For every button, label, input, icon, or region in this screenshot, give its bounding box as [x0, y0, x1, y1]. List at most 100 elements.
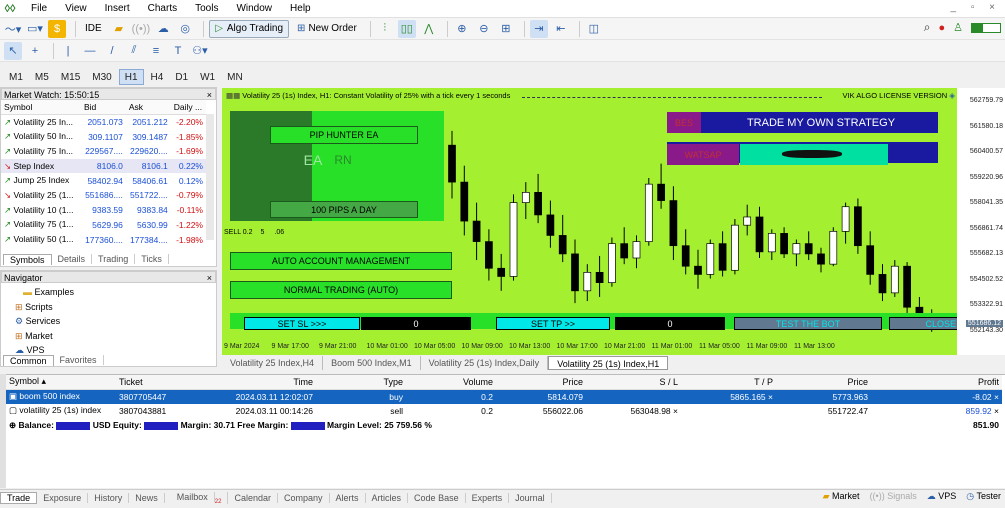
remove-tp-icon[interactable]: × — [768, 392, 773, 402]
menu-charts[interactable]: Charts — [139, 3, 186, 14]
trade-tp[interactable] — [681, 404, 776, 419]
chart-window[interactable]: ▦▦ Volatility 25 (1s) Index, H1: Constan… — [222, 88, 1005, 355]
col-sl[interactable]: S / L — [586, 375, 681, 390]
fibo-icon[interactable]: ≡ — [147, 42, 165, 60]
timeframe-w1[interactable]: W1 — [195, 69, 220, 85]
chart-shift-icon[interactable]: ⇤ — [552, 20, 570, 38]
tab-mailbox[interactable]: Mailbox 22 — [165, 491, 229, 505]
screenshot-icon[interactable]: ◫ — [585, 20, 603, 38]
window-controls[interactable]: _ ▫ × — [950, 2, 1001, 13]
market-watch-row[interactable]: ↘ Step Index 8106.0 8106.1 0.22% — [1, 158, 206, 174]
tab-alerts[interactable]: Alerts — [330, 493, 366, 503]
market-watch-row[interactable]: ↗ Volatility 25 In... 2051.073 2051.212 … — [1, 115, 206, 130]
shapes-icon[interactable]: ⚇▾ — [191, 42, 209, 60]
timeframe-mn[interactable]: MN — [222, 69, 248, 85]
normal-trading-button[interactable]: NORMAL TRADING (AUTO) — [230, 281, 452, 299]
chart-tab-boom500-m1[interactable]: Boom 500 Index,M1 — [323, 356, 421, 370]
nav-market[interactable]: ⊞ Market — [1, 329, 216, 344]
tp-input[interactable]: 0 — [615, 317, 725, 330]
col-current-price[interactable]: Price — [776, 375, 871, 390]
signal-icon[interactable]: ((•)) — [132, 20, 151, 38]
timeframe-d1[interactable]: D1 — [170, 69, 193, 85]
col-time[interactable]: Time — [196, 375, 316, 390]
line-chart-icon[interactable]: ⋀ — [420, 20, 438, 38]
tab-news[interactable]: News — [129, 493, 165, 503]
vertical-line-icon[interactable]: | — [59, 42, 77, 60]
market-watch-row[interactable]: ↗ Volatility 10 (1... 9383.59 9383.84 -0… — [1, 203, 206, 218]
col-type[interactable]: Type — [316, 375, 406, 390]
col-tp[interactable]: T / P — [681, 375, 776, 390]
market-watch-row[interactable]: ↗ Volatility 50 In... 309.1107 309.1487 … — [1, 129, 206, 144]
col-volume[interactable]: Volume — [406, 375, 496, 390]
coin-icon[interactable]: $ — [48, 19, 66, 38]
col-profit[interactable]: Profit — [871, 375, 1002, 390]
col-bid[interactable]: Bid — [81, 100, 126, 116]
timeframe-m15[interactable]: M15 — [56, 69, 85, 85]
account-icon[interactable]: ♙ — [953, 21, 963, 34]
channel-icon[interactable]: ⫽ — [125, 42, 143, 60]
nav-services[interactable]: ⚙ Services — [1, 314, 216, 329]
bag-icon[interactable]: ▰ — [110, 20, 128, 38]
tab-exposure[interactable]: Exposure — [37, 493, 89, 503]
globe-icon[interactable]: ◎ — [176, 20, 194, 38]
menu-window[interactable]: Window — [227, 3, 281, 14]
col-symbol[interactable]: Symbol ▴ — [6, 375, 116, 390]
market-watch-row[interactable]: ↗ Jump 25 Index 58402.94 58406.61 0.12% — [1, 173, 206, 188]
market-watch-row[interactable]: ↗ Volatility 75 In... 229567.... 229620.… — [1, 144, 206, 159]
remove-sl-icon[interactable]: × — [673, 406, 678, 416]
search-icon[interactable]: ⌕ — [924, 20, 931, 35]
tab-trade[interactable]: Trade — [0, 492, 38, 504]
tab-ticks[interactable]: Ticks — [135, 254, 169, 264]
col-ask[interactable]: Ask — [125, 100, 171, 116]
chart-tab-v25-1s-daily[interactable]: Volatility 25 (1s) Index,Daily — [421, 356, 549, 370]
timeframe-m1[interactable]: M1 — [4, 69, 28, 85]
tab-company[interactable]: Company — [278, 493, 330, 503]
col-daily[interactable]: Daily ... — [170, 100, 206, 116]
signals-status[interactable]: ((•)) Signals — [870, 491, 917, 502]
close-position-icon[interactable]: × — [994, 392, 999, 402]
cursor-icon[interactable]: ↖ — [4, 41, 22, 60]
timeframe-h1[interactable]: H1 — [118, 69, 144, 85]
autoscroll-icon[interactable]: ⇥ — [529, 19, 548, 38]
tab-symbols[interactable]: Symbols — [3, 253, 52, 265]
tab-codebase[interactable]: Code Base — [408, 493, 466, 503]
trade-row[interactable]: ▣ boom 500 index 3807705447 2024.03.11 1… — [6, 389, 1002, 404]
nav-scripts[interactable]: ⊞ Scripts — [1, 300, 216, 315]
algo-trading-button[interactable]: ▷ Algo Trading — [209, 19, 290, 38]
tab-journal[interactable]: Journal — [509, 493, 552, 503]
tester-status[interactable]: ◷ Tester — [966, 491, 1001, 502]
tab-details[interactable]: Details — [52, 254, 93, 264]
chart-type-icon[interactable]: 〜▾ — [4, 20, 22, 38]
menu-help[interactable]: Help — [281, 3, 320, 14]
trade-sl[interactable] — [586, 389, 681, 404]
set-sl-button[interactable]: SET SL >>> — [244, 317, 360, 330]
set-tp-button[interactable]: SET TP >> — [496, 317, 610, 330]
sl-input[interactable]: 0 — [361, 317, 471, 330]
crosshair-icon[interactable]: + — [26, 42, 44, 60]
chart-tab-v25-1s-h1[interactable]: Volatility 25 (1s) Index,H1 — [548, 356, 669, 370]
close-position-icon[interactable]: × — [994, 406, 999, 416]
tab-favorites[interactable]: Favorites — [54, 355, 104, 365]
timeframe-h4[interactable]: H4 — [146, 69, 169, 85]
tab-calendar[interactable]: Calendar — [228, 493, 278, 503]
text-icon[interactable]: T — [169, 42, 187, 60]
menu-file[interactable]: File — [22, 3, 56, 14]
nav-examples[interactable]: ▬ Examples — [1, 285, 216, 300]
menu-view[interactable]: View — [56, 3, 96, 14]
tab-articles[interactable]: Articles — [366, 493, 409, 503]
market-watch-row[interactable]: ↗ Volatility 50 (1... 177360.... 177384.… — [1, 232, 206, 247]
vps-status[interactable]: ☁ VPS — [927, 491, 957, 502]
col-ticket[interactable]: Ticket — [116, 375, 196, 390]
col-symbol[interactable]: Symbol — [1, 100, 81, 116]
market-watch-row[interactable]: ↘ Volatility 25 (1... 551686.... 551722.… — [1, 188, 206, 203]
horizontal-line-icon[interactable]: — — [81, 42, 99, 60]
bar-chart-icon[interactable]: ⫶ — [376, 20, 394, 38]
test-the-bot-button[interactable]: TEST THE BOT — [734, 317, 882, 330]
menu-insert[interactable]: Insert — [96, 3, 139, 14]
zoom-out-icon[interactable]: ⊖ — [475, 20, 493, 38]
tab-history[interactable]: History — [88, 493, 130, 503]
close-icon[interactable]: × — [207, 89, 212, 101]
tab-trading[interactable]: Trading — [92, 254, 136, 264]
tab-experts[interactable]: Experts — [466, 493, 510, 503]
timeframe-m5[interactable]: M5 — [30, 69, 54, 85]
